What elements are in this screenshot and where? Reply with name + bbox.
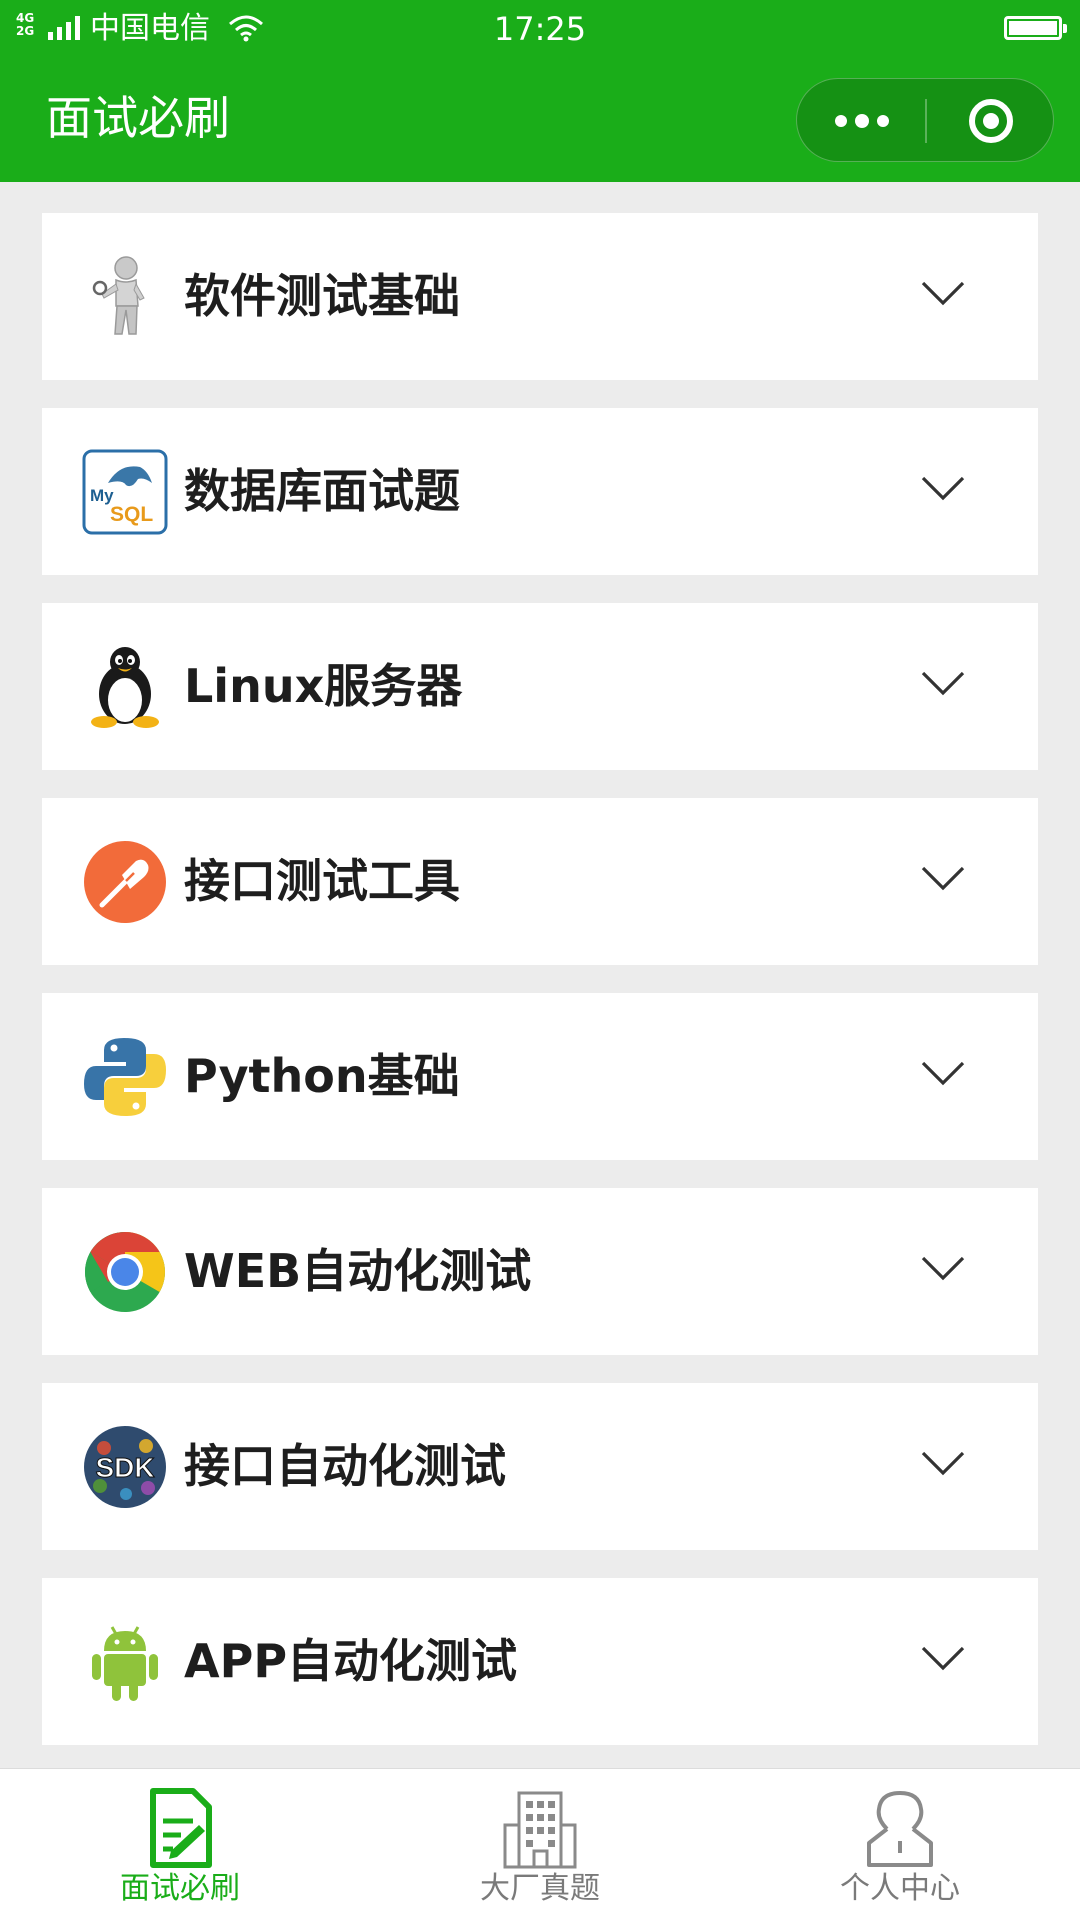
more-button[interactable] [797,79,925,163]
topic-label: 数据库面试题 [184,464,460,518]
bottom-tab-bar: 面试必刷 大厂真题 个人中心 [0,1768,1080,1920]
topic-item-api-automation[interactable]: SDK 接口自动化测试 [42,1383,1038,1550]
tab-personal-center[interactable]: 个人中心 [720,1769,1080,1920]
svg-text:SDK: SDK [95,1452,154,1483]
edit-document-icon [137,1785,223,1871]
chevron-down-icon[interactable] [920,1439,966,1485]
topic-item-api-testing-tools[interactable]: 接口测试工具 [42,798,1038,965]
top-bar: 4G 2G 中国电信 17:25 面试必刷 [0,0,1080,182]
status-bar: 4G 2G 中国电信 17:25 [0,0,1080,58]
topic-label: 软件测试基础 [184,269,460,323]
python-logo-icon [82,1034,168,1120]
battery-icon [1004,16,1067,40]
mini-program-capsule [796,78,1054,162]
page-title: 面试必刷 [46,91,230,145]
person-icon [857,1785,943,1871]
postman-logo-icon [82,839,168,925]
topic-label: 接口测试工具 [184,854,460,908]
tab-company-questions[interactable]: 大厂真题 [360,1769,720,1920]
topic-item-web-automation[interactable]: WEB自动化测试 [42,1188,1038,1355]
mysql-logo-icon: My SQL [82,449,168,535]
chevron-down-icon[interactable] [920,854,966,900]
chevron-down-icon[interactable] [920,269,966,315]
linux-penguin-icon [82,644,168,730]
office-building-icon [497,1785,583,1871]
chevron-down-icon[interactable] [920,1244,966,1290]
android-robot-icon [82,1619,168,1705]
topic-label: WEB自动化测试 [184,1244,532,1298]
status-time: 17:25 [493,10,587,48]
chevron-down-icon[interactable] [920,1634,966,1680]
sdk-logo-icon: SDK [82,1424,168,1510]
topic-label: Python基础 [184,1049,460,1103]
topic-item-linux[interactable]: Linux服务器 [42,603,1038,770]
tab-label: 面试必刷 [120,1871,240,1906]
tester-figure-icon [82,254,168,340]
tab-interview-practice[interactable]: 面试必刷 [0,1769,360,1920]
close-mini-program-button[interactable] [927,79,1055,163]
topic-item-database[interactable]: My SQL 数据库面试题 [42,408,1038,575]
topic-label: Linux服务器 [184,659,463,713]
more-dots-icon [835,115,847,127]
topic-label: 接口自动化测试 [184,1439,506,1493]
chrome-logo-icon [82,1229,168,1315]
topic-item-app-automation[interactable]: APP自动化测试 [42,1578,1038,1745]
topic-label: APP自动化测试 [184,1634,518,1688]
chevron-down-icon[interactable] [920,1049,966,1095]
chevron-down-icon[interactable] [920,659,966,705]
svg-text:SQL: SQL [110,503,153,526]
topic-item-python[interactable]: Python基础 [42,993,1038,1160]
battery-level [1009,21,1057,35]
tab-label: 个人中心 [840,1871,960,1906]
chevron-down-icon[interactable] [920,464,966,510]
tab-label: 大厂真题 [480,1871,600,1906]
topic-item-software-testing[interactable]: 软件测试基础 [42,213,1038,380]
